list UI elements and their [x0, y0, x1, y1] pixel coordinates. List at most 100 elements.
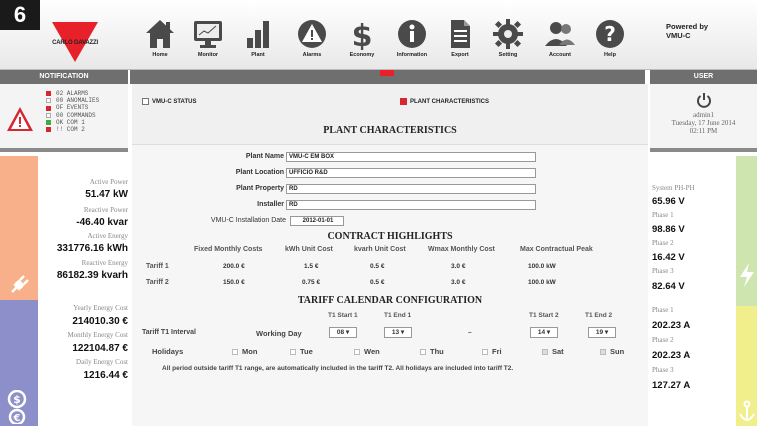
yearly-cost-label: Yearly Energy Cost — [73, 304, 128, 312]
status-indicator — [46, 98, 51, 104]
notification-item[interactable]: !! COM 2 — [46, 126, 99, 133]
figure-number-badge: 6 — [0, 0, 40, 30]
top-navigation-bar: 6 CARLO GAVAZZI Home Monitor Plant Alarm… — [0, 0, 757, 70]
brand-logo: CARLO GAVAZZI — [44, 14, 106, 62]
tariff-note: All period outside tariff T1 range, are … — [162, 365, 514, 372]
notification-item[interactable]: 02 ALARMS — [46, 90, 99, 97]
power-icon[interactable] — [696, 92, 712, 108]
svg-text:$: $ — [13, 393, 21, 406]
nav-alarms[interactable]: Alarms — [286, 18, 338, 66]
voltage-phase-3-value: 82.64 V — [652, 281, 685, 292]
notification-text: 00 COMMANDS — [56, 111, 96, 119]
active-power-value: 51.47 kW — [85, 189, 128, 200]
t1-end-1-select[interactable]: 13 ▾ — [384, 327, 412, 338]
user-time: 02:11 PM — [689, 127, 718, 135]
voltage-phase-1-label: Phase 1 — [652, 211, 674, 219]
notification-text: 02 ALARMS — [56, 90, 89, 97]
notification-item[interactable]: 00 ANOMALIES — [46, 97, 99, 104]
user-date: Tuesday, 17 June 2014 — [671, 119, 736, 127]
holiday-mon[interactable]: Mon — [232, 347, 257, 356]
notification-header: NOTIFICATION — [0, 70, 128, 84]
nav-export[interactable]: Export — [434, 18, 486, 66]
tariff-1-label: Tariff 1 — [146, 263, 169, 270]
active-energy-value: 331776.16 kWh — [56, 243, 128, 254]
currency-icon: $€ — [7, 390, 27, 424]
voltage-phase-3-label: Phase 3 — [652, 267, 674, 275]
reactive-energy-value: 86182.39 kvarh — [56, 270, 128, 281]
monitor-icon — [194, 21, 222, 48]
voltage-phase-1-value: 98.86 V — [652, 224, 685, 235]
plant-characteristics-title: PLANT CHARACTERISTICS — [323, 125, 457, 136]
current-phase-2-label: Phase 2 — [652, 336, 674, 344]
t1-start-1-select[interactable]: 08 ▾ — [329, 327, 357, 338]
nav-economy[interactable]: $ Economy — [336, 18, 388, 66]
daily-cost-label: Daily Energy Cost — [76, 358, 128, 366]
holiday-wen[interactable]: Wen — [354, 347, 380, 356]
home-icon — [146, 20, 174, 48]
reactive-power-value: -46.40 kvar — [76, 217, 128, 228]
plant-location-field[interactable]: UFFICIO R&D — [286, 168, 536, 178]
installer-field[interactable]: RD — [286, 200, 536, 210]
warning-icon[interactable] — [6, 106, 34, 132]
t1-end-2-select[interactable]: 19 ▾ — [588, 327, 616, 338]
status-indicator — [46, 119, 51, 125]
current-phase-1-label: Phase 1 — [652, 306, 674, 314]
holiday-sat[interactable]: Sat — [542, 347, 564, 356]
anchor-icon — [739, 400, 755, 421]
tariff-2-label: Tariff 2 — [146, 279, 169, 286]
holiday-thu[interactable]: Thu — [420, 347, 444, 356]
user-header: USER — [650, 70, 757, 84]
info-icon — [398, 20, 426, 48]
system-ph-ph-value: 65.96 V — [652, 196, 685, 207]
plant-property-field[interactable]: RD — [286, 184, 536, 194]
nav-setting[interactable]: Setting — [482, 18, 534, 66]
status-checkbox[interactable] — [142, 98, 149, 105]
vmu-c-status-option[interactable]: VMU-C STATUS — [142, 98, 196, 105]
nav-account[interactable]: Account — [534, 18, 586, 66]
status-indicator — [46, 127, 51, 133]
installation-date-field[interactable]: 2012-01-01 — [290, 216, 344, 226]
gear-icon — [493, 19, 523, 49]
notification-text: !! COM 2 — [56, 126, 85, 134]
document-icon — [451, 20, 470, 48]
voltage-phase-2-label: Phase 2 — [652, 239, 674, 247]
t1-start-2-select[interactable]: 14 ▾ — [530, 327, 558, 338]
help-icon: ? — [596, 20, 624, 48]
notification-list: 02 ALARMS 00 ANOMALIES OF EVENTS 00 COMMAND… — [46, 90, 99, 133]
notification-text: 00 ANOMALIES — [56, 97, 100, 105]
system-ph-ph-label: System PH-PH — [652, 184, 695, 192]
dollar-icon: $ — [352, 19, 373, 50]
plant-form: Plant Name VMU-C EM BOX Plant Location U… — [132, 144, 648, 426]
daily-cost-value: 1216.44 € — [83, 370, 129, 381]
notification-item[interactable]: OF EVENTS — [46, 104, 99, 111]
users-icon — [545, 22, 575, 46]
svg-text:€: € — [13, 413, 21, 424]
nav-information[interactable]: Information — [386, 18, 438, 66]
nav-monitor[interactable]: Monitor — [182, 18, 234, 66]
voltage-phase-2-value: 16.42 V — [652, 252, 685, 263]
notification-item[interactable]: OK COM 1 — [46, 119, 99, 126]
bar-chart-icon — [247, 21, 269, 48]
active-power-label: Active Power — [89, 178, 128, 186]
current-color-bar — [736, 306, 757, 426]
holiday-fri[interactable]: Fri — [482, 347, 502, 356]
current-phase-2-value: 202.23 A — [652, 350, 691, 361]
day-type-label: Working Day — [256, 329, 302, 338]
nav-home[interactable]: Home — [134, 18, 186, 66]
plant-characteristics-option[interactable]: PLANT CHARACTERISTICS — [400, 98, 489, 105]
user-panel: admin1 Tuesday, 17 June 2014 02:11 PM — [650, 84, 757, 152]
status-indicator — [46, 105, 51, 111]
nav-plant[interactable]: Plant — [232, 18, 284, 66]
svg-text:?: ? — [604, 22, 616, 46]
nav-help[interactable]: ? Help — [584, 18, 636, 66]
active-energy-label: Active Energy — [87, 232, 129, 240]
notification-item[interactable]: 00 COMMANDS — [46, 112, 99, 119]
holiday-sun[interactable]: Sun — [600, 347, 624, 356]
vmu-c-dashboard: 6 CARLO GAVAZZI Home Monitor Plant Alarm… — [0, 0, 757, 426]
holiday-tue[interactable]: Tue — [290, 347, 313, 356]
svg-text:$: $ — [352, 19, 373, 50]
reactive-energy-label: Reactive Energy — [81, 259, 128, 267]
plant-name-field[interactable]: VMU-C EM BOX — [286, 152, 536, 162]
plant-checkbox[interactable] — [400, 98, 407, 105]
lightning-icon — [740, 263, 754, 287]
